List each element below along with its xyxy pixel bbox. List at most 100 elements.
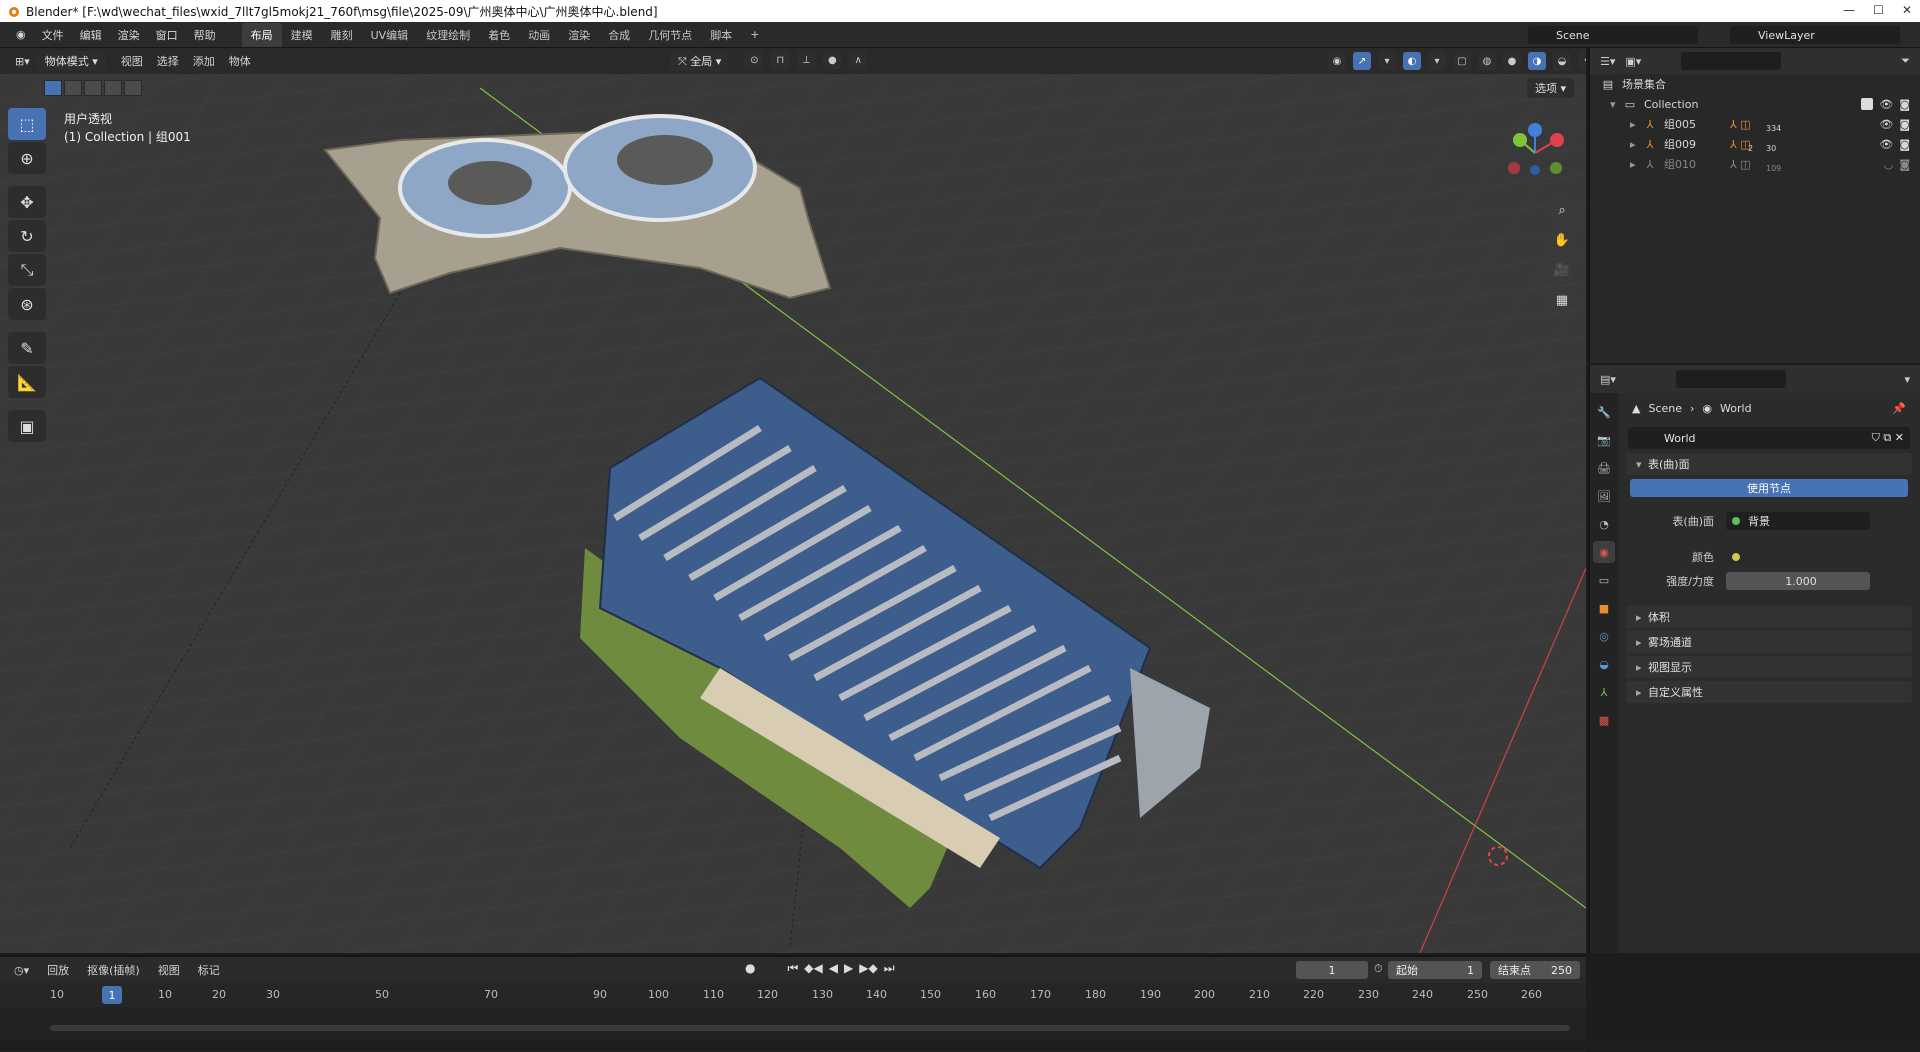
navigation-gizmo[interactable] xyxy=(1500,118,1570,188)
gizmo-dropdown-icon[interactable]: ▾ xyxy=(1378,52,1396,70)
workspace-tab-texture-paint[interactable]: 纹理绘制 xyxy=(417,23,479,47)
view-layer-tab-icon[interactable]: 🖼 xyxy=(1593,485,1615,507)
shading-rendered-icon[interactable]: ◒ xyxy=(1553,52,1571,70)
exclude-checkbox[interactable] xyxy=(1861,97,1874,110)
rotate-tool-icon[interactable]: ↻ xyxy=(8,220,46,252)
blender-menu-icon[interactable]: ◉ xyxy=(8,26,34,43)
playhead-marker[interactable]: 1 xyxy=(102,986,122,1004)
outliner-search-input[interactable] xyxy=(1681,52,1782,70)
shading-dropdown-icon[interactable]: ▾ xyxy=(1578,52,1586,70)
gizmo-toggle-icon[interactable]: ↗ xyxy=(1353,52,1371,70)
timeline-scrollbar[interactable] xyxy=(50,1025,1570,1031)
options-chevron-icon[interactable]: ▾ xyxy=(1904,373,1910,386)
overlay-toggle-icon[interactable]: ◐ xyxy=(1403,52,1421,70)
camera-icon[interactable]: ◙ xyxy=(1899,138,1910,151)
color-field[interactable] xyxy=(1726,548,1870,566)
select-box-tool-icon[interactable]: ⬚ xyxy=(8,108,46,140)
camera-icon[interactable]: ◙ xyxy=(1899,158,1910,171)
menu-render[interactable]: 渲染 xyxy=(110,25,148,45)
workspace-tab-shading[interactable]: 着色 xyxy=(479,23,519,47)
eye-closed-icon[interactable]: ◡ xyxy=(1884,158,1894,171)
scale-tool-icon[interactable]: ⤡ xyxy=(8,254,46,286)
current-frame-field[interactable]: 1 xyxy=(1296,961,1368,979)
select-new-icon[interactable] xyxy=(44,80,62,96)
render-tab-icon[interactable]: 📷 xyxy=(1593,429,1615,451)
tool-tab-icon[interactable]: 🔧 xyxy=(1593,401,1615,423)
viewport-menu-select[interactable]: 选择 xyxy=(150,51,186,71)
add-workspace-button[interactable]: + xyxy=(741,24,768,45)
camera-icon[interactable]: ◙ xyxy=(1899,118,1910,131)
overlay-dropdown-icon[interactable]: ▾ xyxy=(1428,52,1446,70)
end-frame-field[interactable]: 结束点 250 xyxy=(1490,961,1580,979)
scene-selector[interactable]: Scene xyxy=(1528,26,1698,44)
snap-target-icon[interactable]: ⊥ xyxy=(797,51,816,69)
world-datablock-field[interactable]: World ⛉ ⧉ ✕ xyxy=(1628,427,1910,449)
gizmo-neg-z-icon[interactable] xyxy=(1530,165,1540,175)
menu-file[interactable]: 文件 xyxy=(34,25,72,45)
visibility-icon[interactable]: ◉ xyxy=(1328,52,1346,70)
gizmo-y-icon[interactable] xyxy=(1513,133,1527,147)
proportional-edit-icon[interactable]: ● xyxy=(823,51,842,69)
timeline-menu-playback[interactable]: 回放 xyxy=(41,960,75,980)
output-tab-icon[interactable]: 🖨 xyxy=(1593,457,1615,479)
viewport-menu-view[interactable]: 视图 xyxy=(114,51,150,71)
menu-window[interactable]: 窗口 xyxy=(148,25,186,45)
world-tab-icon[interactable]: ◉ xyxy=(1593,541,1615,563)
minimize-icon[interactable]: — xyxy=(1843,3,1855,17)
transform-tool-icon[interactable]: ⊛ xyxy=(8,288,46,320)
surface-panel-header[interactable]: ▾ 表(曲)面 xyxy=(1626,453,1912,475)
3d-viewport[interactable]: ⊞▾ 物体模式 ▾ 视图 选择 添加 物体 ⤧ 全局 ▾ ⊙ ⊓ ⊥ ● ∧ ◉… xyxy=(0,48,1586,953)
prev-keyframe-icon[interactable]: ◆◀ xyxy=(804,961,822,976)
camera-icon[interactable]: ◙ xyxy=(1899,98,1910,111)
select-extend-icon[interactable] xyxy=(64,80,82,96)
workspace-tab-scripting[interactable]: 脚本 xyxy=(701,23,741,47)
datablock-actions-icon[interactable]: ⛉ ⧉ ✕ xyxy=(1872,431,1904,445)
timeline-menu-marker[interactable]: 标记 xyxy=(192,960,226,980)
close-icon[interactable]: ✕ xyxy=(1902,3,1912,17)
camera-view-icon[interactable]: 🎥 xyxy=(1550,258,1574,282)
xray-icon[interactable]: ▢ xyxy=(1453,52,1471,70)
gizmo-x-icon[interactable] xyxy=(1550,133,1564,147)
expand-chevron-icon[interactable]: ▸ xyxy=(1630,158,1642,171)
select-difference-icon[interactable] xyxy=(104,80,122,96)
outliner-item[interactable]: ▸ ⅄ 组009 ⅄ ◫ 2 30 👁 ◙ xyxy=(1590,134,1920,154)
snap-icon[interactable]: ⊓ xyxy=(771,51,790,69)
timeline-editor-icon[interactable]: ◷▾ xyxy=(8,962,35,979)
shading-material-icon[interactable]: ◑ xyxy=(1528,52,1546,70)
strength-field[interactable]: 1.000 xyxy=(1726,572,1870,590)
eye-icon[interactable]: 👁 xyxy=(1879,138,1893,151)
timeline-menu-keying[interactable]: 抠像(插帧) xyxy=(81,960,146,980)
jump-end-icon[interactable]: ⏭ xyxy=(884,961,895,976)
transform-orientation-dropdown[interactable]: ⤧ 全局 ▾ xyxy=(670,51,730,71)
select-subtract-icon[interactable] xyxy=(84,80,102,96)
custom-properties-panel-header[interactable]: ▸ 自定义属性 xyxy=(1626,681,1912,703)
collection-tab-icon[interactable]: ▭ xyxy=(1593,569,1615,591)
eye-icon[interactable]: 👁 xyxy=(1879,118,1893,131)
workspace-tab-geometry-nodes[interactable]: 几何节点 xyxy=(639,23,701,47)
pivot-icon[interactable]: ⊙ xyxy=(745,51,764,69)
menu-help[interactable]: 帮助 xyxy=(186,25,224,45)
pin-icon[interactable]: 📌 xyxy=(1892,402,1906,415)
shading-solid-icon[interactable]: ● xyxy=(1503,52,1521,70)
properties-editor-icon[interactable]: ▤▾ xyxy=(1600,373,1616,386)
next-keyframe-icon[interactable]: ▶◆ xyxy=(859,961,877,976)
timeline-menu-view[interactable]: 视图 xyxy=(152,960,186,980)
add-cube-tool-icon[interactable]: ▣ xyxy=(8,410,46,442)
record-icon[interactable]: ● xyxy=(745,961,755,976)
perspective-grid-icon[interactable]: ▦ xyxy=(1550,288,1574,312)
outliner-scene-collection[interactable]: ▤ 场景集合 xyxy=(1590,74,1920,94)
expand-chevron-icon[interactable]: ▾ xyxy=(1610,98,1622,111)
texture-tab-icon[interactable]: ▩ xyxy=(1593,709,1615,731)
outliner-item[interactable]: ▸ ⅄ 组005 ⅄ ◫ 334 👁 ◙ xyxy=(1590,114,1920,134)
properties-search-input[interactable] xyxy=(1675,370,1786,388)
editor-type-icon[interactable]: ⊞▾ xyxy=(8,53,37,70)
viewport-display-panel-header[interactable]: ▸ 视图显示 xyxy=(1626,656,1912,678)
move-tool-icon[interactable]: ✥ xyxy=(8,186,46,218)
gizmo-z-icon[interactable] xyxy=(1528,123,1542,137)
surface-shader-field[interactable]: 背景 xyxy=(1726,512,1870,530)
outliner-item[interactable]: ▸ ⅄ 组010 ⅄ ◫ 109 ◡ ◙ xyxy=(1590,154,1920,174)
workspace-tab-uv-editing[interactable]: UV编辑 xyxy=(362,23,418,47)
jump-start-icon[interactable]: ⏮ xyxy=(787,961,798,976)
pan-hand-icon[interactable]: ✋ xyxy=(1550,228,1574,252)
play-reverse-icon[interactable]: ◀ xyxy=(829,961,838,976)
